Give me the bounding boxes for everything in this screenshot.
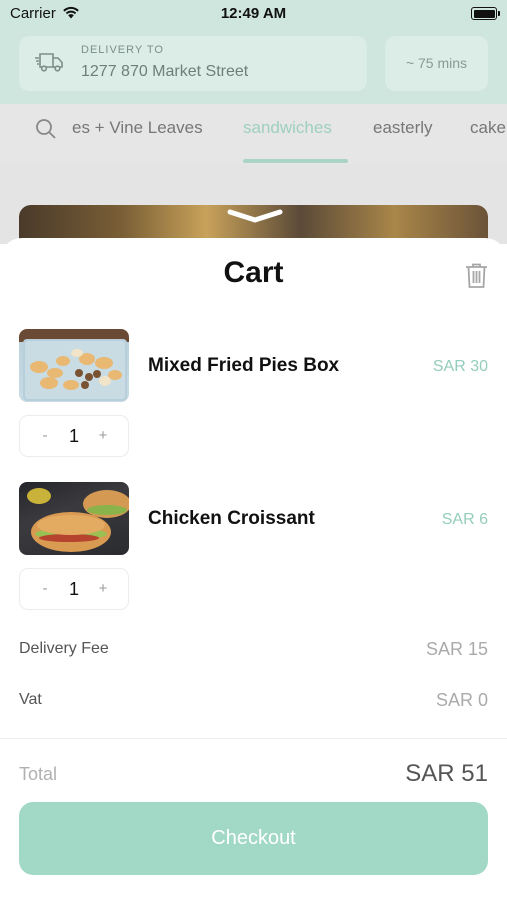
category-tab-vine-leaves[interactable]: es + Vine Leaves	[72, 118, 203, 138]
search-icon[interactable]	[35, 118, 57, 145]
decrease-quantity-button[interactable]: -	[27, 416, 63, 456]
category-tab-easterly[interactable]: easterly	[373, 118, 433, 138]
item-name: Mixed Fried Pies Box	[148, 355, 340, 376]
trash-icon[interactable]	[464, 262, 489, 294]
quantity-stepper: 1 - +	[19, 568, 129, 610]
total-value: SAR 51	[405, 760, 488, 787]
item-name: Chicken Croissant	[148, 508, 315, 529]
item-image-mixed-fried-pies-box	[19, 329, 129, 402]
chevron-down-icon[interactable]	[226, 208, 284, 229]
divider	[0, 738, 507, 739]
item-price: SAR 6	[441, 511, 488, 528]
delivery-fee-value: SAR 15	[425, 639, 488, 659]
delivery-address: 1277 870 Market Street	[81, 63, 249, 80]
delivery-fee-label: Delivery Fee	[19, 640, 109, 657]
item-image-chicken-croissant	[19, 482, 129, 555]
quantity-stepper: 1 - +	[19, 415, 129, 457]
status-bar: Carrier 12:49 AM	[0, 0, 507, 28]
cart-title: Cart	[223, 256, 284, 289]
vat-value: SAR 0	[435, 690, 488, 710]
battery-icon	[471, 7, 500, 20]
category-tab-sandwiches[interactable]: sandwiches	[243, 118, 332, 138]
delivery-truck-icon	[34, 50, 64, 79]
vat-label: Vat	[19, 691, 42, 708]
clock: 12:49 AM	[220, 5, 287, 22]
active-tab-indicator	[243, 159, 348, 163]
increase-quantity-button[interactable]: +	[85, 569, 121, 609]
delivery-address-selector[interactable]: DELIVERY TO 1277 870 Market Street	[19, 36, 367, 91]
category-bar: es + Vine Leaves sandwiches easterly cak…	[0, 104, 507, 164]
delivery-eta[interactable]: ~ 75 mins	[385, 36, 488, 91]
category-tab-cake[interactable]: cake	[470, 118, 506, 138]
decrease-quantity-button[interactable]: -	[27, 569, 63, 609]
item-price: SAR 30	[432, 358, 488, 375]
total-label: Total	[19, 764, 58, 784]
increase-quantity-button[interactable]: +	[85, 416, 121, 456]
delivery-to-label: DELIVERY TO	[81, 44, 164, 56]
checkout-button[interactable]: Checkout	[19, 802, 488, 875]
